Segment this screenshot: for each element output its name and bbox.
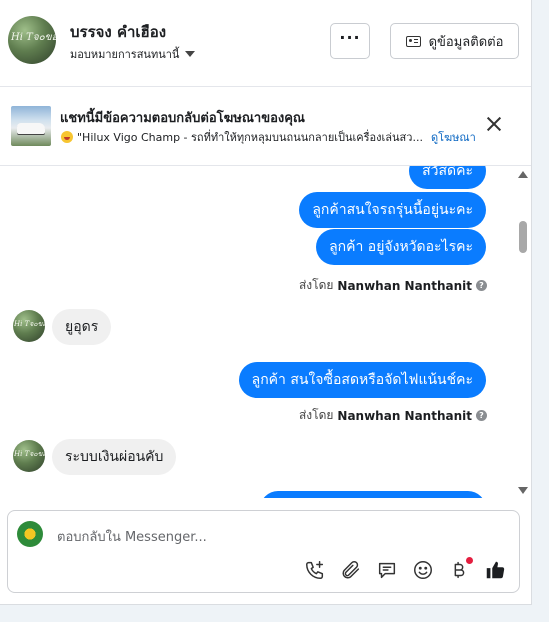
close-icon[interactable] xyxy=(486,116,502,132)
reply-input[interactable]: ตอบกลับใน Messenger... xyxy=(57,526,207,547)
emoji-icon[interactable] xyxy=(412,559,434,581)
notification-dot xyxy=(466,557,473,564)
contact-avatar-small: Hi Tจ๐ขอ xyxy=(13,440,45,472)
call-icon[interactable] xyxy=(304,559,326,581)
dots-icon: ··· xyxy=(339,28,361,47)
attach-icon[interactable] xyxy=(340,559,362,581)
sent-by-label: ส่งโดย Nanwhan Nanthanit ? xyxy=(299,406,487,425)
contact-avatar-small: Hi Tจ๐ขอ xyxy=(13,310,45,342)
outgoing-message xyxy=(260,491,486,498)
outgoing-message: ลูกค้า อยู่จังหวัดอะไรคะ xyxy=(316,229,486,265)
conversation-header: Hi Tจ๐ขอ บรรจง คำเฮือง มอบหมายการสนทนานี… xyxy=(0,0,531,87)
scrollbar-thumb[interactable] xyxy=(519,221,527,253)
help-icon[interactable]: ? xyxy=(476,280,487,291)
avatar-text: Hi Tจ๐ขอ xyxy=(14,450,45,458)
more-options-button[interactable]: ··· xyxy=(330,23,370,59)
avatar-text: Hi Tจ๐ขอ xyxy=(11,32,56,43)
assign-conversation-dropdown[interactable]: มอบหมายการสนทนานี้ xyxy=(70,45,196,63)
scroll-down-arrow[interactable] xyxy=(518,487,528,494)
car-image xyxy=(17,123,45,134)
emoji-face-icon xyxy=(61,131,73,143)
ad-thumbnail[interactable] xyxy=(11,106,51,146)
contact-card-icon xyxy=(405,35,421,47)
outgoing-message: สวัสดีค่ะ xyxy=(409,166,486,189)
view-contact-info-button[interactable]: ดูข้อมูลติดต่อ xyxy=(390,23,519,59)
chat-bubble-icon[interactable] xyxy=(376,559,398,581)
reply-composer: ตอบกลับใน Messenger... xyxy=(7,510,520,593)
sent-by-prefix: ส่งโดย xyxy=(298,278,334,292)
baht-icon[interactable] xyxy=(448,557,473,581)
view-ad-link[interactable]: ดูโฆษณา xyxy=(431,128,476,146)
help-icon[interactable]: ? xyxy=(476,410,487,421)
contact-avatar[interactable]: Hi Tจ๐ขอ xyxy=(8,16,56,64)
chevron-down-icon xyxy=(185,51,196,57)
incoming-message: ยูอุดร xyxy=(52,309,112,345)
page-avatar xyxy=(17,521,43,547)
contact-name[interactable]: บรรจง คำเฮือง xyxy=(70,20,166,44)
view-contact-info-label: ดูข้อมูลติดต่อ xyxy=(428,34,504,50)
incoming-message: ระบบเงินผ่อนคับ xyxy=(52,439,177,475)
outgoing-message: ลูกค้า สนใจซื้อสดหรือจัดไฟแน้นช์คะ xyxy=(238,362,486,398)
sender-name: Nanwhan Nanthanit xyxy=(337,278,472,293)
sender-name: Nanwhan Nanthanit xyxy=(337,408,472,423)
composer-toolbar xyxy=(304,557,506,583)
outgoing-message: ลูกค้าสนใจรถรุ่นนี้อยู่นะคะ xyxy=(299,192,486,228)
sent-by-label: ส่งโดย Nanwhan Nanthanit ? xyxy=(299,276,487,295)
message-thread: สวัสดีค่ะ ลูกค้าสนใจรถรุ่นนี้อยู่นะคะ ลู… xyxy=(0,166,512,498)
conversation-panel: Hi Tจ๐ขอ บรรจง คำเฮือง มอบหมายการสนทนานี… xyxy=(0,0,532,605)
sent-by-prefix: ส่งโดย xyxy=(298,408,334,422)
ad-banner-title: แชทนี้มีข้อความตอบกลับต่อโฆษณาของคุณ xyxy=(60,111,305,126)
ad-quote-row: "Hilux Vigo Champ - รถที่ทำให้ทุกหลุมบนถ… xyxy=(61,128,476,146)
thumbs-up-icon[interactable] xyxy=(484,559,506,581)
assign-label: มอบหมายการสนทนานี้ xyxy=(70,48,180,61)
avatar-text: Hi Tจ๐ขอ xyxy=(14,320,45,328)
ad-quote-text: "Hilux Vigo Champ - รถที่ทำให้ทุกหลุมบนถ… xyxy=(77,131,423,144)
ad-reply-banner: แชทนี้มีข้อความตอบกลับต่อโฆษณาของคุณ "Hi… xyxy=(0,87,531,166)
scroll-up-arrow[interactable] xyxy=(518,171,528,178)
